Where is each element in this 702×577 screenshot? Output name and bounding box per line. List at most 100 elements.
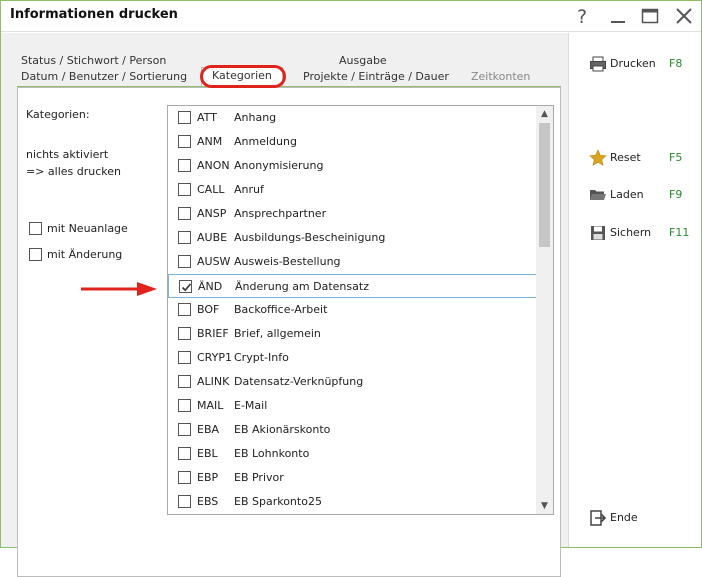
list-item-checkbox[interactable] bbox=[179, 280, 192, 293]
list-item[interactable]: EBL EB Lohnkonto bbox=[168, 442, 537, 466]
list-item-checkbox[interactable] bbox=[178, 399, 191, 412]
list-item-code: CALL bbox=[197, 183, 225, 196]
help-icon: ? bbox=[577, 6, 587, 28]
list-item-code: ATT bbox=[197, 111, 217, 124]
list-item[interactable]: EBP EB Privor bbox=[168, 466, 537, 490]
scroll-up-icon[interactable]: ▲ bbox=[536, 106, 553, 122]
list-item-checkbox[interactable] bbox=[178, 495, 191, 508]
list-item-checkbox[interactable] bbox=[178, 231, 191, 244]
list-item-desc: Anonymisierung bbox=[234, 159, 324, 172]
list-item-code: ANSP bbox=[197, 207, 227, 220]
list-item-code: EBA bbox=[197, 423, 220, 436]
scroll-down-icon[interactable]: ▼ bbox=[536, 498, 553, 514]
list-item-code: ÄND bbox=[198, 280, 223, 293]
list-item-checkbox[interactable] bbox=[178, 183, 191, 196]
list-item-code: BRIEF bbox=[197, 327, 229, 340]
list-item-code: AUSW bbox=[197, 255, 231, 268]
list-item-desc: Ausweis-Bestellung bbox=[234, 255, 341, 268]
list-item-code: CRYP1 bbox=[197, 351, 232, 364]
list-item-code: EBP bbox=[197, 471, 219, 484]
list-item[interactable]: AUBE Ausbildungs-Bescheinigung bbox=[168, 226, 537, 250]
list-item-desc: Anhang bbox=[234, 111, 277, 124]
list-item-checkbox[interactable] bbox=[178, 111, 191, 124]
list-item-desc: Crypt-Info bbox=[234, 351, 289, 364]
list-item[interactable]: CALL Anruf bbox=[168, 178, 537, 202]
help-button[interactable]: ? bbox=[567, 3, 597, 29]
list-item-checkbox[interactable] bbox=[178, 159, 191, 172]
checkmark-icon bbox=[181, 283, 192, 292]
list-item[interactable]: ANM Anmeldung bbox=[168, 130, 537, 154]
print-dialog: Informationen drucken ? Status / Stichwo… bbox=[0, 0, 702, 577]
list-item-checkbox[interactable] bbox=[178, 255, 191, 268]
list-item-desc: EB Akionärskonto bbox=[234, 423, 331, 436]
list-item-checkbox[interactable] bbox=[178, 351, 191, 364]
list-item-desc: Datensatz-Verknüpfung bbox=[234, 375, 364, 388]
star-icon bbox=[589, 149, 607, 166]
list-item-desc: EB Privor bbox=[234, 471, 284, 484]
list-item-code: ANON bbox=[197, 159, 230, 172]
tab-zeitkonten[interactable]: Zeitkonten bbox=[467, 69, 530, 85]
close-button[interactable] bbox=[669, 3, 699, 29]
list-item-desc: Anruf bbox=[234, 183, 264, 196]
list-item-checkbox[interactable] bbox=[178, 207, 191, 220]
tab-kategorien[interactable]: Kategorien bbox=[201, 67, 283, 86]
tab-status-stichwort-person[interactable]: Status / Stichwort / Person bbox=[17, 53, 166, 69]
folder-open-icon bbox=[590, 190, 606, 200]
list-item[interactable]: CRYP1 Crypt-Info bbox=[168, 346, 537, 370]
list-item[interactable]: EBA EB Akionärskonto bbox=[168, 418, 537, 442]
list-item[interactable]: ATT Anhang bbox=[168, 106, 537, 130]
list-item[interactable]: BOF Backoffice-Arbeit bbox=[168, 298, 537, 322]
list-item-desc: Ausbildungs-Bescheinigung bbox=[234, 231, 386, 244]
list-item[interactable]: ANON Anonymisierung bbox=[168, 154, 537, 178]
list-item-desc: Anmeldung bbox=[234, 135, 297, 148]
list-item[interactable]: ANSP Ansprechpartner bbox=[168, 202, 537, 226]
minimize-icon bbox=[611, 21, 625, 23]
list-item-desc: E-Mail bbox=[234, 399, 268, 412]
list-item-checkbox[interactable] bbox=[178, 375, 191, 388]
list-item[interactable]: AUSW Ausweis-Bestellung bbox=[168, 250, 537, 274]
list-item[interactable]: MAIL E-Mail bbox=[168, 394, 537, 418]
tab-datum-benutzer-sortierung[interactable]: Datum / Benutzer / Sortierung bbox=[17, 69, 187, 85]
list-item[interactable]: ÄND Änderung am Datensatz bbox=[168, 274, 537, 298]
list-item-code: ALINK bbox=[197, 375, 230, 388]
list-item-desc: Backoffice-Arbeit bbox=[234, 303, 328, 316]
hint-line-1: nichts aktiviert bbox=[26, 148, 109, 161]
close-icon bbox=[676, 8, 692, 24]
actions-pane: Drucken F8 Reset F5 Laden F9 Sichern F11… bbox=[568, 33, 701, 547]
category-list[interactable]: EBS EB Sparkonto25 EBP EB Privor EBL EB Lohnk… bbox=[167, 105, 554, 515]
list-item-checkbox[interactable] bbox=[178, 471, 191, 484]
mit-aenderung-checkbox[interactable] bbox=[29, 248, 42, 261]
list-item-code: BOF bbox=[197, 303, 220, 316]
maximize-button[interactable] bbox=[635, 3, 665, 29]
maximize-icon bbox=[641, 8, 659, 24]
list-item-desc: Änderung am Datensatz bbox=[235, 280, 369, 293]
list-item-checkbox[interactable] bbox=[178, 327, 191, 340]
kategorien-label: Kategorien: bbox=[26, 108, 90, 121]
title-bar: Informationen drucken ? bbox=[1, 1, 701, 32]
mit-neuanlage-checkbox[interactable] bbox=[29, 222, 42, 235]
svg-text:?: ? bbox=[577, 6, 587, 26]
list-item[interactable]: BRIEF Brief, allgemein bbox=[168, 322, 537, 346]
list-item-code: AUBE bbox=[197, 231, 228, 244]
list-item-desc: Ansprechpartner bbox=[234, 207, 327, 220]
tab-ausgabe[interactable]: Ausgabe bbox=[335, 53, 387, 69]
list-item-desc: EB Sparkonto25 bbox=[234, 495, 322, 508]
list-item-code: ANM bbox=[197, 135, 223, 148]
list-item-checkbox[interactable] bbox=[178, 303, 191, 316]
list-item-checkbox[interactable] bbox=[178, 423, 191, 436]
mit-neuanlage-label: mit Neuanlage bbox=[47, 222, 128, 235]
list-item[interactable]: EBS EB Sparkonto25 bbox=[168, 490, 537, 514]
save-icon bbox=[591, 226, 605, 240]
list-item-code: MAIL bbox=[197, 399, 224, 412]
tab-projekte-eintraege-dauer[interactable]: Projekte / Einträge / Dauer bbox=[299, 69, 449, 85]
scrollbar-thumb[interactable] bbox=[539, 123, 550, 247]
list-item-checkbox[interactable] bbox=[178, 135, 191, 148]
list-item-checkbox[interactable] bbox=[178, 447, 191, 460]
list-scrollbar[interactable]: ▲ ▼ bbox=[536, 106, 553, 514]
list-item-desc: EB Lohnkonto bbox=[234, 447, 310, 460]
mit-aenderung-label: mit Änderung bbox=[47, 248, 123, 261]
list-item[interactable]: ALINK Datensatz-Verknüpfung bbox=[168, 370, 537, 394]
list-item-code: EBL bbox=[197, 447, 218, 460]
minimize-button[interactable] bbox=[603, 3, 633, 29]
list-item-code: EBS bbox=[197, 495, 219, 508]
